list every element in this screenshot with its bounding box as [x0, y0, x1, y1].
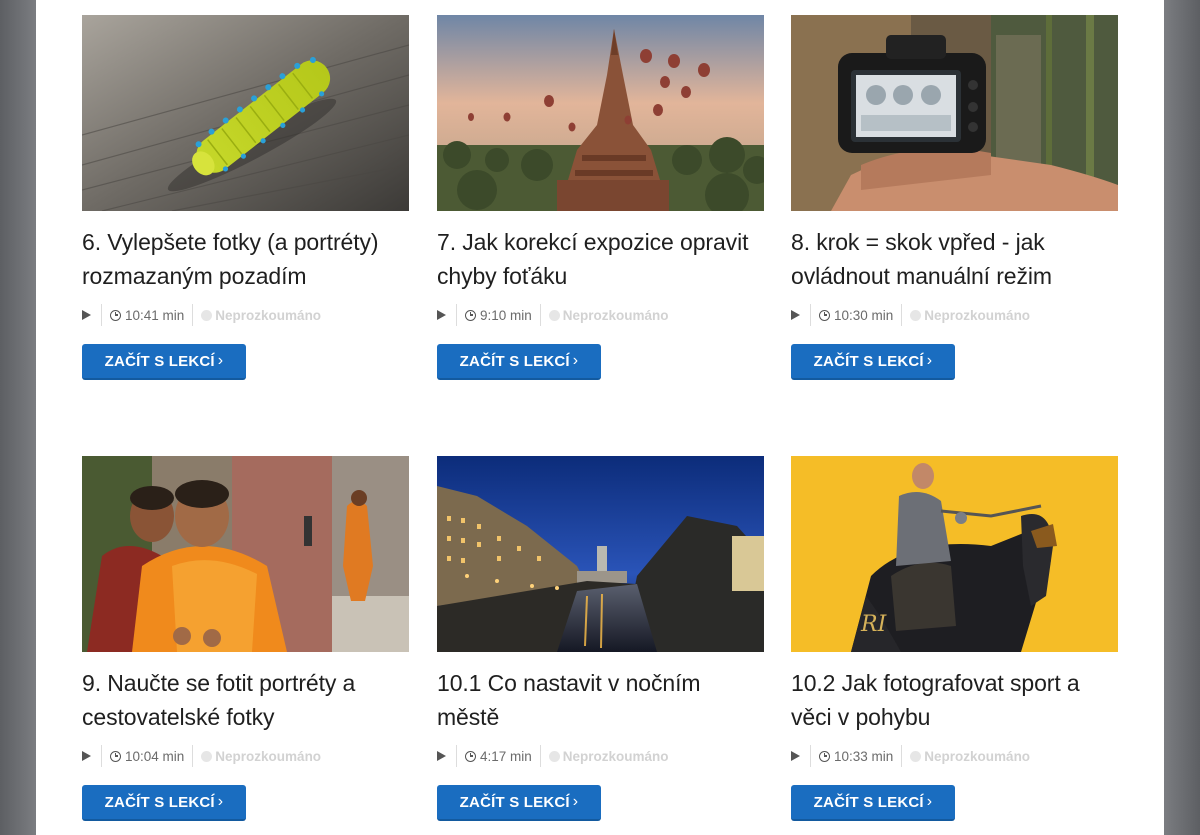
lesson-meta: 10:33 min Neprozkoumáno — [791, 744, 1118, 768]
clock-icon — [110, 309, 121, 321]
lesson-status: Neprozkoumáno — [562, 748, 669, 764]
caterpillar-image — [82, 15, 409, 211]
camera-in-hand-image — [791, 15, 1118, 211]
divider — [810, 745, 811, 767]
chevron-right-icon: › — [572, 351, 579, 369]
status-dot-icon — [201, 750, 213, 762]
play-icon[interactable] — [437, 310, 446, 320]
start-lesson-button[interactable]: ZAČÍT S LEKCÍ › — [82, 344, 246, 380]
divider — [810, 304, 811, 326]
lesson-meta: 10:41 min Neprozkoumáno — [82, 303, 409, 327]
lesson-title[interactable]: 10.1 Co nastavit v nočním městě — [437, 666, 764, 734]
clock-icon — [110, 750, 121, 762]
lesson-meta: 10:04 min Neprozkoumáno — [82, 744, 409, 768]
lesson-meta: 10:30 min Neprozkoumáno — [791, 303, 1118, 327]
divider — [901, 304, 903, 326]
divider — [539, 304, 541, 326]
divider — [456, 304, 457, 326]
lesson-status: Neprozkoumáno — [215, 307, 322, 323]
lesson-status: Neprozkoumáno — [924, 307, 1031, 323]
lesson-thumbnail[interactable] — [82, 456, 409, 652]
start-lesson-button[interactable]: ZAČÍT S LEKCÍ › — [437, 785, 601, 821]
saddle-emblem: RI — [860, 612, 888, 637]
pagoda-balloons-image — [437, 15, 764, 211]
lesson-title[interactable]: 6. Vylepšete fotky (a portréty) rozmazan… — [82, 225, 409, 293]
chevron-right-icon: › — [926, 792, 933, 810]
lesson-status: Neprozkoumáno — [924, 748, 1031, 764]
status-dot-icon — [548, 750, 560, 762]
lesson-title[interactable]: 10.2 Jak fotografovat sport a věci v poh… — [791, 666, 1118, 734]
divider — [192, 304, 194, 326]
lesson-grid: 6. Vylepšete fotky (a portréty) rozmazan… — [36, 0, 1164, 835]
divider — [901, 745, 903, 767]
divider — [539, 745, 541, 767]
start-lesson-button[interactable]: ZAČÍT S LEKCÍ › — [437, 344, 601, 380]
lesson-thumbnail[interactable] — [791, 15, 1118, 211]
status-dot-icon — [910, 309, 922, 321]
lesson-title[interactable]: 9. Naučte se fotit portréty a cestovatel… — [82, 666, 409, 734]
lesson-meta: 4:17 min Neprozkoumáno — [437, 744, 764, 768]
play-icon[interactable] — [82, 310, 91, 320]
lesson-status: Neprozkoumáno — [562, 307, 669, 323]
lesson-card: 9. Naučte se fotit portréty a cestovatel… — [82, 456, 409, 826]
chevron-right-icon: › — [572, 792, 579, 810]
chevron-right-icon: › — [217, 351, 224, 369]
young-monks-image — [82, 456, 409, 652]
chevron-right-icon: › — [217, 792, 224, 810]
start-lesson-button-label: ZAČÍT S LEKCÍ — [104, 352, 215, 370]
lesson-thumbnail[interactable] — [437, 456, 764, 652]
play-icon[interactable] — [437, 751, 446, 761]
clock-icon — [465, 309, 476, 321]
divider — [192, 745, 194, 767]
lesson-card: 10.1 Co nastavit v nočním městě 4:17 min… — [437, 456, 764, 826]
clock-icon — [819, 309, 830, 321]
knight-on-horse-image: RI — [791, 456, 1118, 652]
status-dot-icon — [910, 750, 922, 762]
clock-icon — [465, 750, 476, 762]
divider — [456, 745, 457, 767]
lesson-card: 7. Jak korekcí expozice opravit chyby fo… — [437, 15, 764, 385]
start-lesson-button[interactable]: ZAČÍT S LEKCÍ › — [791, 344, 955, 380]
play-icon[interactable] — [82, 751, 91, 761]
chevron-right-icon: › — [926, 351, 933, 369]
lesson-card: RI 10.2 Jak fotografovat sport a věci v … — [791, 456, 1118, 826]
lesson-meta: 9:10 min Neprozkoumáno — [437, 303, 764, 327]
lesson-duration: 10:04 min — [125, 748, 185, 764]
clock-icon — [819, 750, 830, 762]
start-lesson-button-label: ZAČÍT S LEKCÍ — [813, 793, 924, 811]
play-icon[interactable] — [791, 751, 800, 761]
lesson-duration: 4:17 min — [480, 748, 532, 764]
start-lesson-button[interactable]: ZAČÍT S LEKCÍ › — [82, 785, 246, 821]
lesson-duration: 10:33 min — [834, 748, 894, 764]
lesson-thumbnail[interactable]: RI — [791, 456, 1118, 652]
start-lesson-button[interactable]: ZAČÍT S LEKCÍ › — [791, 785, 955, 821]
lesson-title[interactable]: 8. krok = skok vpřed - jak ovládnout man… — [791, 225, 1118, 293]
lesson-card: 8. krok = skok vpřed - jak ovládnout man… — [791, 15, 1118, 385]
lesson-duration: 10:30 min — [834, 307, 894, 323]
start-lesson-button-label: ZAČÍT S LEKCÍ — [813, 352, 924, 370]
status-dot-icon — [548, 309, 560, 321]
start-lesson-button-label: ZAČÍT S LEKCÍ — [459, 352, 570, 370]
divider — [101, 304, 102, 326]
start-lesson-button-label: ZAČÍT S LEKCÍ — [104, 793, 215, 811]
lesson-title[interactable]: 7. Jak korekcí expozice opravit chyby fo… — [437, 225, 764, 293]
night-city-river-image — [437, 456, 764, 652]
divider — [101, 745, 102, 767]
status-dot-icon — [201, 309, 213, 321]
lesson-thumbnail[interactable] — [437, 15, 764, 211]
lesson-status: Neprozkoumáno — [215, 748, 322, 764]
lesson-thumbnail[interactable] — [82, 15, 409, 211]
play-icon[interactable] — [791, 310, 800, 320]
start-lesson-button-label: ZAČÍT S LEKCÍ — [459, 793, 570, 811]
lesson-card: 6. Vylepšete fotky (a portréty) rozmazan… — [82, 15, 409, 385]
lesson-duration: 10:41 min — [125, 307, 185, 323]
lesson-duration: 9:10 min — [480, 307, 532, 323]
